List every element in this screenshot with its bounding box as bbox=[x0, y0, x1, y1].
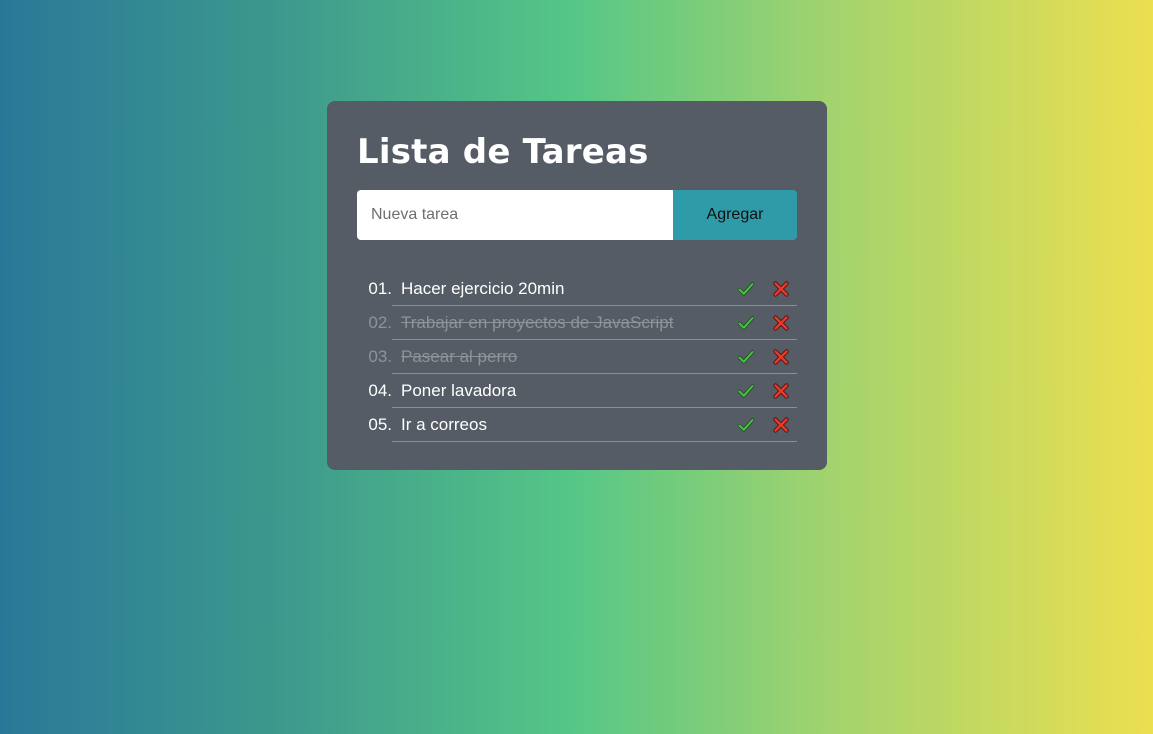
close-icon bbox=[773, 281, 789, 297]
task-item: 01. Hacer ejercicio 20min bbox=[357, 272, 797, 306]
check-icon bbox=[738, 418, 754, 432]
close-icon bbox=[773, 349, 789, 365]
delete-task-button[interactable] bbox=[771, 279, 791, 299]
task-item: 02. Trabajar en proyectos de JavaScript bbox=[357, 306, 797, 340]
task-text: Pasear al perro bbox=[401, 347, 518, 366]
close-icon bbox=[773, 315, 789, 331]
task-number: 03. bbox=[368, 347, 392, 366]
task-row: Hacer ejercicio 20min bbox=[392, 272, 797, 306]
task-number: 04. bbox=[368, 381, 392, 400]
task-list: 01. Hacer ejercicio 20min 02. Trabajar e… bbox=[357, 272, 797, 442]
close-icon bbox=[773, 383, 789, 399]
delete-task-button[interactable] bbox=[771, 347, 791, 367]
task-number: 05. bbox=[368, 415, 392, 434]
task-item: 03. Pasear al perro bbox=[357, 340, 797, 374]
complete-task-button[interactable] bbox=[736, 381, 756, 401]
complete-task-button[interactable] bbox=[736, 415, 756, 435]
task-item: 05. Ir a correos bbox=[357, 408, 797, 442]
task-text: Trabajar en proyectos de JavaScript bbox=[401, 313, 674, 332]
page-title: Lista de Tareas bbox=[357, 132, 649, 172]
complete-task-button[interactable] bbox=[736, 313, 756, 333]
todo-card: Lista de Tareas Agregar 01. Hacer ejerci… bbox=[327, 101, 827, 470]
task-text: Poner lavadora bbox=[401, 381, 517, 400]
check-icon bbox=[738, 316, 754, 330]
task-row: Trabajar en proyectos de JavaScript bbox=[392, 306, 797, 340]
check-icon bbox=[738, 384, 754, 398]
complete-task-button[interactable] bbox=[736, 279, 756, 299]
delete-task-button[interactable] bbox=[771, 313, 791, 333]
delete-task-button[interactable] bbox=[771, 381, 791, 401]
task-row: Poner lavadora bbox=[392, 374, 797, 408]
add-task-form: Agregar bbox=[357, 190, 797, 240]
task-row: Pasear al perro bbox=[392, 340, 797, 374]
check-icon bbox=[738, 350, 754, 364]
task-row: Ir a correos bbox=[392, 408, 797, 442]
task-number: 01. bbox=[368, 279, 392, 298]
close-icon bbox=[773, 417, 789, 433]
task-text: Hacer ejercicio 20min bbox=[401, 279, 565, 298]
check-icon bbox=[738, 282, 754, 296]
complete-task-button[interactable] bbox=[736, 347, 756, 367]
delete-task-button[interactable] bbox=[771, 415, 791, 435]
new-task-input[interactable] bbox=[357, 190, 673, 240]
task-number: 02. bbox=[368, 313, 392, 332]
add-task-button[interactable]: Agregar bbox=[673, 190, 797, 240]
task-text: Ir a correos bbox=[401, 415, 487, 434]
task-item: 04. Poner lavadora bbox=[357, 374, 797, 408]
